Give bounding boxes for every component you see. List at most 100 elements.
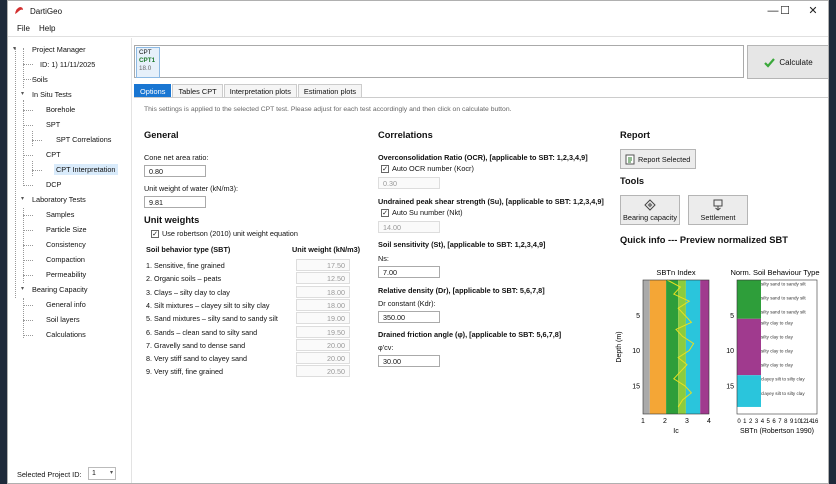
collapse-icon[interactable]: ▾ <box>21 285 24 292</box>
tree-soils[interactable]: Soils <box>30 74 50 85</box>
su-input[interactable]: 14.00 <box>378 221 440 233</box>
checkbox-icon: ✓ <box>381 164 389 173</box>
collapse-icon[interactable]: ▾ <box>13 45 16 52</box>
su-title: Undrained peak shear strength (Su), [app… <box>378 197 604 206</box>
tree-calculations[interactable]: Calculations <box>44 329 88 340</box>
ic-zone-band <box>666 280 679 414</box>
close-button[interactable]: ✕ <box>798 1 828 21</box>
tree-general-info[interactable]: General info <box>44 299 88 310</box>
report-selected-button[interactable]: Report Selected <box>620 149 696 169</box>
tree-spt[interactable]: SPT <box>44 119 62 130</box>
sbt-layer-bar <box>737 280 761 319</box>
col-sbt: Soil behavior type (SBT) <box>146 245 231 254</box>
sbt-row-unit-weight-input[interactable]: 20.50 <box>296 365 350 378</box>
sbt-row-unit-weight-input[interactable]: 12.50 <box>296 272 350 285</box>
chart2-y-tick: 10 <box>726 348 734 355</box>
tree-in-situ-tests[interactable]: In Situ Tests <box>30 89 74 100</box>
quick-info-heading: Quick info --- Preview normalized SBT <box>620 235 788 245</box>
tab-strip: Options Tables CPT Interpretation plots … <box>134 84 363 97</box>
robertson-checkbox[interactable]: ✓ Use robertson (2010) unit weight equati… <box>151 229 298 238</box>
tree-cpt[interactable]: CPT <box>44 149 63 160</box>
bearing-capacity-button[interactable]: Bearing capacity <box>620 195 680 225</box>
ocr-auto-label: Auto OCR number (Kocr) <box>392 164 474 173</box>
ic-zone-band <box>700 280 709 414</box>
sbt-row-unit-weight-input[interactable]: 18.00 <box>296 285 350 298</box>
su-auto-checkbox[interactable]: ✓ Auto Su number (Nkt) <box>381 208 463 217</box>
ocr-auto-checkbox[interactable]: ✓ Auto OCR number (Kocr) <box>381 164 474 173</box>
selected-project-select[interactable]: 1 ▾ <box>88 467 116 480</box>
sbt-layer-label: silty sand to sandy silt <box>761 282 806 287</box>
sbt-layer-label: clayey silt to silty clay <box>761 377 805 382</box>
tab-estimation-plots[interactable]: Estimation plots <box>297 84 363 97</box>
sbt-row-unit-weight-input[interactable]: 20.00 <box>296 338 350 351</box>
tree-permeability[interactable]: Permeability <box>44 269 88 280</box>
ocr-input[interactable]: 0.30 <box>378 177 440 189</box>
tree-borehole[interactable]: Borehole <box>44 104 77 115</box>
bearing-capacity-icon <box>644 199 656 211</box>
sbt-row-unit-weight-input[interactable]: 20.00 <box>296 352 350 365</box>
collapse-icon[interactable]: ▾ <box>21 195 24 202</box>
sbt-row: 1. Sensitive, fine grained 17.50 <box>144 259 368 272</box>
maximize-button[interactable]: ☐ <box>770 1 800 21</box>
tree-compaction[interactable]: Compaction <box>44 254 87 265</box>
sbt-row-unit-weight-input[interactable]: 19.00 <box>296 312 350 325</box>
tree-project-manager[interactable]: Project Manager <box>30 44 88 55</box>
chart2-x-tick: 8 <box>784 419 788 425</box>
checkmark-icon <box>764 57 776 68</box>
sbt-row: 5. Sand mixtures – silty sand to sandy s… <box>144 312 368 325</box>
sbt-row-unit-weight-input[interactable]: 17.50 <box>296 259 350 271</box>
app-logo-icon <box>15 7 23 14</box>
tree-bearing-capacity[interactable]: Bearing Capacity <box>30 284 90 295</box>
chart1-y-tick: 5 <box>636 313 640 320</box>
report-icon <box>625 154 635 164</box>
tree-consistency[interactable]: Consistency <box>44 239 88 250</box>
tab-options[interactable]: Options <box>134 84 172 97</box>
sbt-row-unit-weight-input[interactable]: 19.50 <box>296 325 350 338</box>
robertson-label: Use robertson (2010) unit weight equatio… <box>162 229 298 238</box>
cpt-card-depth: 18.0 <box>139 65 152 72</box>
cone-input[interactable]: 0.80 <box>144 165 206 177</box>
ns-input[interactable]: 7.00 <box>378 266 440 278</box>
sbt-preview-charts: SBTn Index1 2 3 451015IcDepth (m)Norm. Soil… <box>616 268 820 435</box>
chart2-title: Norm. Soil Behaviour Type <box>730 268 819 277</box>
checkbox-icon: ✓ <box>151 229 159 238</box>
chart1-y-tick: 15 <box>632 383 640 390</box>
tree-particle-size[interactable]: Particle Size <box>44 224 89 235</box>
chart1-title: SBTn Index <box>656 268 695 277</box>
chart1-x-tick: 3 <box>685 418 689 425</box>
chart1-x-tick: 2 <box>663 418 667 425</box>
cpt-test-card[interactable]: CPT CPT1 18.0 <box>136 47 160 78</box>
sbt-layer-label: silty sand to sandy silt <box>761 296 806 301</box>
collapse-icon[interactable]: ▾ <box>21 90 24 97</box>
calculate-button[interactable]: Calculate <box>747 45 828 79</box>
sbt-row-name: 1. Sensitive, fine grained <box>146 261 225 270</box>
phi-input[interactable]: 30.00 <box>378 355 440 367</box>
info-text: This settings is applied to the selected… <box>144 106 512 113</box>
chart1-x-tick: 4 <box>707 418 711 425</box>
tree-samples[interactable]: Samples <box>44 209 76 220</box>
tree-cpt-interpretation[interactable]: CPT Interpretation <box>54 164 118 175</box>
water-input[interactable]: 9.81 <box>144 196 206 208</box>
tree-dcp[interactable]: DCP <box>44 179 63 190</box>
sbt-row-name: 9. Very stiff, fine grained <box>146 367 223 377</box>
sbt-layer-label: clayey silt to silty clay <box>761 391 805 396</box>
sbt-row-unit-weight-input[interactable]: 18.00 <box>296 298 350 311</box>
ocr-title: Overconsolidation Ratio (OCR), [applicab… <box>378 153 588 162</box>
ic-zone-band <box>678 280 686 414</box>
menu-help[interactable]: Help <box>39 24 55 33</box>
sbt-row-name: 6. Sands – clean sand to silty sand <box>146 327 258 337</box>
sbt-row: 9. Very stiff, fine grained 20.50 <box>144 365 368 378</box>
selected-project-label: Selected Project ID: <box>17 470 82 479</box>
tab-interpretation-plots[interactable]: Interpretation plots <box>223 84 297 97</box>
tree-laboratory-tests[interactable]: Laboratory Tests <box>30 194 88 205</box>
tree-soil-layers[interactable]: Soil layers <box>44 314 82 325</box>
tab-tables-cpt[interactable]: Tables CPT <box>172 84 223 97</box>
sbt-row: 7. Gravelly sand to dense sand 20.00 <box>144 338 368 352</box>
tree-spt-correlations[interactable]: SPT Correlations <box>54 134 113 145</box>
kdr-input[interactable]: 350.00 <box>378 311 440 323</box>
menu-file[interactable]: File <box>17 24 30 33</box>
sbt-row-name: 3. Clays – silty clay to clay <box>146 287 230 297</box>
tree-project-id[interactable]: ID: 1) 11/11/2025 <box>38 59 97 70</box>
bearing-capacity-label: Bearing capacity <box>623 213 677 222</box>
settlement-button[interactable]: Settlement <box>688 195 748 225</box>
